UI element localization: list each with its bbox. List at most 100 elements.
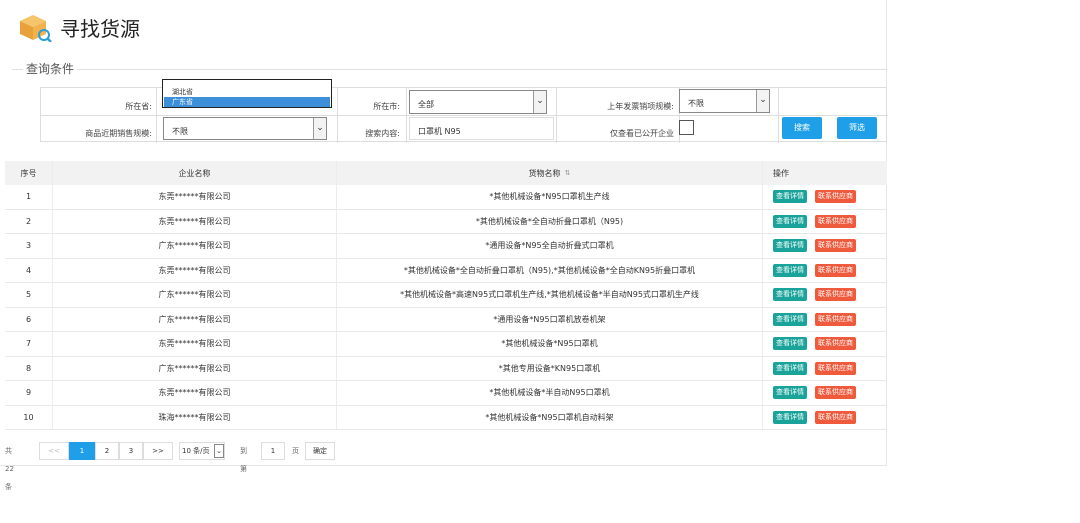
column-header-goods-label: 货物名称	[528, 168, 561, 178]
sort-icon[interactable]: ⇅	[565, 169, 571, 177]
row-actions: 查看详情 联系供应商	[762, 234, 887, 258]
last-year-scale-label: 上年发票销项规模:	[607, 102, 674, 111]
table-row: 10 珠海******有限公司 *其他机械设备*N95口罩机自动料架 查看详情 联系供应…	[5, 405, 887, 430]
chevron-down-icon: ⌄	[756, 90, 769, 112]
company-name: 广东******有限公司	[52, 307, 336, 331]
view-details-button[interactable]: 查看详情	[773, 214, 807, 228]
table-row: 2 东莞******有限公司 *其他机械设备*全自动折叠口罩机（N95) 查看详情 联系…	[5, 209, 887, 234]
contact-supplier-button[interactable]: 联系供应商	[815, 239, 856, 253]
row-actions: 查看详情 联系供应商	[762, 405, 887, 429]
last-year-scale-select[interactable]: 不限 ⌄	[679, 89, 770, 113]
row-actions: 查看详情 联系供应商	[762, 332, 887, 356]
province-option-guangdong[interactable]: 广东省	[164, 97, 330, 107]
goto-confirm-button[interactable]: 确定	[305, 442, 335, 460]
row-number: 3	[25, 241, 32, 251]
recent-sales-label: 商品近期销售规模:	[85, 129, 152, 138]
search-input[interactable]: 口罩机 N95	[409, 117, 554, 140]
page: 寻找货源 查询条件 所在省: 所在市: 全部 ⌄ 上年发票销项规模: 不限 ⌄ …	[0, 0, 888, 491]
view-details-button[interactable]: 查看详情	[773, 361, 807, 375]
row-actions: 查看详情 联系供应商	[762, 283, 887, 307]
search-label: 搜索内容:	[365, 129, 400, 138]
goto-page-input[interactable]: 1	[261, 442, 285, 460]
chevron-down-icon: ⌄	[313, 118, 326, 139]
contact-supplier-button[interactable]: 联系供应商	[815, 214, 856, 228]
last-year-scale-value: 不限	[688, 99, 704, 108]
company-name: 珠海******有限公司	[52, 405, 336, 429]
city-select[interactable]: 全部 ⌄	[409, 90, 547, 114]
column-header-no: 序号	[20, 168, 37, 178]
company-name: 广东******有限公司	[52, 356, 336, 380]
row-number: 8	[25, 363, 32, 373]
table-row: 3 广东******有限公司 *通用设备*N95全自动折叠式口罩机 查看详情 联系供应商	[5, 234, 887, 259]
contact-supplier-button[interactable]: 联系供应商	[815, 312, 856, 326]
recent-sales-select[interactable]: 不限 ⌄	[163, 117, 327, 140]
row-number: 7	[25, 339, 32, 349]
table-row: 8 广东******有限公司 *其他专用设备*KN95口罩机 查看详情 联系供应商	[5, 356, 887, 381]
province-label: 所在省:	[125, 102, 152, 111]
contact-supplier-button[interactable]: 联系供应商	[815, 386, 856, 400]
contact-supplier-button[interactable]: 联系供应商	[815, 263, 856, 277]
view-details-button[interactable]: 查看详情	[773, 263, 807, 277]
page-button-2[interactable]: 2	[95, 442, 119, 460]
province-select[interactable]: 湖北省 广东省	[162, 79, 332, 108]
goods-name: *其他机械设备*N95口罩机生产线	[336, 185, 762, 209]
city-label: 所在市:	[373, 102, 400, 111]
prev-page-button[interactable]: <<	[39, 442, 69, 460]
column-header-company: 企业名称	[52, 161, 336, 185]
city-select-value: 全部	[418, 100, 434, 109]
page-title: 寻找货源	[60, 17, 140, 41]
view-details-button[interactable]: 查看详情	[773, 410, 807, 424]
table-row: 6 广东******有限公司 *通用设备*N95口罩机放卷机架 查看详情 联系供应商	[5, 307, 887, 332]
table-row: 1 东莞******有限公司 *其他机械设备*N95口罩机生产线 查看详情 联系供应商	[5, 185, 887, 210]
search-button[interactable]: 搜索	[782, 117, 822, 139]
page-button-1[interactable]: 1	[69, 442, 95, 460]
table-row: 9 东莞******有限公司 *其他机械设备*半自动N95口罩机 查看详情 联系供应商	[5, 381, 887, 406]
company-name: 广东******有限公司	[52, 283, 336, 307]
view-details-button[interactable]: 查看详情	[773, 386, 807, 400]
goto-label: 到第	[240, 447, 247, 473]
box-search-icon	[20, 15, 52, 42]
page-size-select[interactable]: 10 条/页 ⌄	[179, 442, 225, 460]
public-only-label: 仅查看已公开企业	[610, 129, 674, 138]
page-button-3[interactable]: 3	[119, 442, 143, 460]
row-actions: 查看详情 联系供应商	[762, 185, 887, 209]
filter-button[interactable]: 筛选	[837, 117, 877, 139]
total-count: 共 22 条	[5, 447, 14, 491]
divider	[41, 115, 888, 116]
row-actions: 查看详情 联系供应商	[762, 209, 887, 233]
public-only-checkbox[interactable]	[679, 120, 694, 135]
table-header: 序号 企业名称 货物名称 ⇅ 操作	[5, 161, 887, 185]
row-actions: 查看详情 联系供应商	[762, 258, 887, 282]
company-name: 广东******有限公司	[52, 234, 336, 258]
view-details-button[interactable]: 查看详情	[773, 190, 807, 204]
view-details-button[interactable]: 查看详情	[773, 239, 807, 253]
goods-name: *通用设备*N95口罩机放卷机架	[336, 307, 762, 331]
section-divider	[12, 69, 887, 70]
row-number: 1	[25, 192, 32, 202]
company-name: 东莞******有限公司	[52, 258, 336, 282]
chevron-down-icon: ⌄	[214, 444, 224, 458]
page-unit-label: 页	[292, 447, 299, 455]
row-number: 4	[25, 265, 32, 275]
table-row: 5 广东******有限公司 *其他机械设备*高速N95式口罩机生产线,*其他机械设…	[5, 283, 887, 308]
company-name: 东莞******有限公司	[52, 185, 336, 209]
contact-supplier-button[interactable]: 联系供应商	[815, 410, 856, 424]
table-row: 4 东莞******有限公司 *其他机械设备*全自动折叠口罩机（N95),*其他机械…	[5, 258, 887, 283]
view-details-button[interactable]: 查看详情	[773, 312, 807, 326]
contact-supplier-button[interactable]: 联系供应商	[815, 190, 856, 204]
company-name: 东莞******有限公司	[52, 332, 336, 356]
goods-name: *其他机械设备*全自动折叠口罩机（N95)	[336, 209, 762, 233]
contact-supplier-button[interactable]: 联系供应商	[815, 288, 856, 302]
goods-name: *其他机械设备*半自动N95口罩机	[336, 381, 762, 405]
contact-supplier-button[interactable]: 联系供应商	[815, 337, 856, 351]
contact-supplier-button[interactable]: 联系供应商	[815, 361, 856, 375]
table-row: 7 东莞******有限公司 *其他机械设备*N95口罩机 查看详情 联系供应商	[5, 332, 887, 357]
next-page-button[interactable]: >>	[143, 442, 173, 460]
province-option-hubei[interactable]: 湖北省	[164, 87, 330, 97]
row-number: 10	[23, 412, 34, 422]
column-header-goods[interactable]: 货物名称 ⇅	[336, 161, 762, 185]
goods-name: *通用设备*N95全自动折叠式口罩机	[336, 234, 762, 258]
view-details-button[interactable]: 查看详情	[773, 288, 807, 302]
view-details-button[interactable]: 查看详情	[773, 337, 807, 351]
row-number: 5	[25, 290, 32, 300]
